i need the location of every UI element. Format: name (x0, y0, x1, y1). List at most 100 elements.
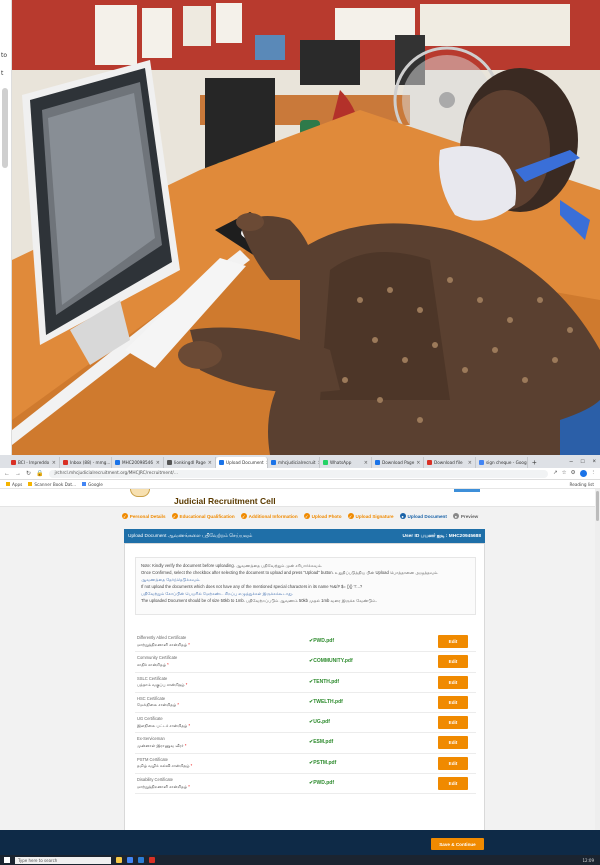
progress-step[interactable]: ✓ Additional Information (240, 513, 298, 519)
star-icon[interactable]: ☆ (562, 470, 567, 477)
browser-tab[interactable]: Inbox (88) - mmg...× (60, 457, 112, 468)
bookmark-label: Google (88, 481, 103, 487)
close-tab-icon[interactable]: × (156, 460, 160, 466)
edit-document-button[interactable]: Edit (438, 655, 468, 669)
uploaded-file[interactable]: ✔UG.pdf (309, 719, 330, 725)
required-marker: * (190, 763, 193, 769)
required-marker: * (184, 742, 187, 748)
new-tab-button[interactable]: + (528, 457, 541, 468)
maximize-icon[interactable]: □ (581, 457, 585, 468)
browser-tab[interactable]: MHC20098546 × (112, 457, 164, 468)
document-name: Community Certificate (137, 655, 178, 661)
browser-tab[interactable]: lionkingdl Page × (164, 457, 216, 468)
taskbar-search[interactable]: Type here to search (15, 856, 111, 864)
tab-title: WhatsApp (330, 460, 352, 465)
lock-icon[interactable]: 🔒 (36, 470, 43, 477)
chrome-icon[interactable] (127, 857, 133, 863)
uploaded-file[interactable]: ✔PSTM.pdf (309, 760, 336, 766)
puzzle-icon[interactable]: ⚙ (571, 470, 576, 477)
document-row: PSTM Certificate தமிழ் வழிக் கல்வி சான்றி… (135, 754, 476, 775)
back-icon[interactable]: ← (4, 471, 10, 477)
uploaded-file[interactable]: ✔PWD.pdf (309, 780, 334, 786)
tab-favicon-icon (11, 460, 16, 465)
reload-icon[interactable]: ↻ (26, 470, 31, 477)
edit-document-button[interactable]: Edit (438, 716, 468, 730)
bookmark-scanner[interactable]: Scanner Book Dat... (28, 482, 76, 487)
close-window-icon[interactable]: × (592, 457, 596, 468)
edit-document-button[interactable]: Edit (438, 736, 468, 750)
site-header: Judicial Recruitment Cell (0, 489, 600, 507)
browser-tab[interactable]: Download file × (424, 457, 476, 468)
document-row: Disability Certificate மாற்றுத்திறனாளி சா… (135, 774, 476, 795)
edit-document-button[interactable]: Edit (438, 756, 468, 770)
edit-document-button[interactable]: Edit (438, 695, 468, 709)
close-tab-icon[interactable]: × (468, 460, 472, 466)
scrollbar-thumb[interactable] (596, 491, 599, 521)
uploaded-file[interactable]: ✔TWELTH.pdf (309, 699, 343, 705)
reading-list-button[interactable]: Reading list (570, 482, 594, 487)
uploaded-file[interactable]: ✔COMMUNITY.pdf (309, 658, 353, 664)
instruction-line: Note: Kindly verify the document before … (141, 563, 323, 568)
edit-document-button[interactable]: Edit (438, 675, 468, 689)
document-name-tamil: முன்னாள் இராணுவ வீரர் * (137, 743, 186, 749)
forward-icon[interactable]: → (15, 471, 21, 477)
progress-step[interactable]: ● Upload Document (399, 513, 447, 519)
bookmark-google[interactable]: Google (82, 482, 103, 487)
bookmark-apps[interactable]: Apps (6, 482, 22, 487)
side-window-strip: to t (0, 0, 12, 455)
edit-document-button[interactable]: Edit (438, 635, 468, 648)
document-name-tamil: பத்தாம் வகுப்பு சான்றிதழ் * (137, 682, 187, 688)
progress-step[interactable]: ✓ Educational Qualification (171, 513, 235, 519)
document-tamil-label: மேல்நிலை சான்றிதழ் (137, 702, 177, 708)
tab-title: Download Page (382, 460, 415, 465)
tab-title: MHC20098546 (122, 460, 153, 465)
tab-favicon-icon (63, 460, 68, 465)
document-name-tamil: இளநிலை பட்டச் சான்றிதழ் * (137, 723, 190, 729)
close-tab-icon[interactable]: × (416, 460, 420, 466)
uploaded-file[interactable]: ✔PWD.pdf (309, 638, 334, 644)
minimize-icon[interactable]: – (570, 457, 573, 468)
save-continue-button[interactable]: Save & Continue (431, 838, 484, 850)
browser-tab[interactable]: sign cheque - Google× (476, 457, 528, 468)
edit-document-button[interactable]: Edit (438, 777, 468, 791)
site-title: Judicial Recruitment Cell (174, 496, 276, 506)
browser-tab[interactable]: Download Page × (372, 457, 424, 468)
step-label: Upload Document (407, 513, 447, 519)
document-row: Differently Abled Certificate மாற்றுத்திற… (135, 632, 476, 653)
url-field[interactable]: jrchrcl.mhcjudicialrecruitment.org/MHCJR… (48, 469, 549, 478)
browser-tab[interactable]: Upload Document× (216, 457, 268, 468)
close-tab-icon[interactable]: × (364, 460, 368, 466)
progress-step[interactable]: ● Preview (452, 513, 478, 519)
header-accent (454, 489, 480, 492)
progress-step[interactable]: ✓ Upload Signature (347, 513, 394, 519)
close-tab-icon[interactable]: × (52, 460, 56, 466)
side-window-scrollbar[interactable] (2, 88, 8, 168)
word-icon[interactable] (138, 857, 144, 863)
pdf-icon[interactable] (149, 857, 155, 863)
uploaded-file[interactable]: ✔ESM.pdf (309, 739, 333, 745)
extension-icons: ↗ ☆ ⚙ ⋮ (553, 470, 596, 477)
page-scrollbar[interactable] (595, 489, 600, 865)
profile-avatar-icon[interactable] (579, 470, 587, 477)
step-label: Educational Qualification (179, 513, 235, 519)
windows-start-icon[interactable] (4, 857, 10, 863)
tab-favicon-icon (375, 460, 380, 465)
file-name: ESM.pdf (313, 739, 334, 746)
menu-dots-icon[interactable]: ⋮ (591, 470, 597, 477)
browser-tab[interactable]: mhcjudicialrecruit× (268, 457, 320, 468)
upload-card: Note: Kindly verify the document before … (124, 543, 485, 855)
share-icon[interactable]: ↗ (553, 470, 558, 477)
browser-tab[interactable]: WhatsApp × (320, 457, 372, 468)
check-circle-icon: ✓ (347, 513, 354, 519)
tab-favicon-icon (167, 460, 172, 465)
document-name: Ex-Serviceman (137, 736, 165, 742)
file-explorer-icon[interactable] (116, 857, 122, 863)
uploaded-file[interactable]: ✔TENTH.pdf (309, 679, 339, 685)
step-label: Upload Signature (355, 513, 394, 519)
close-tab-icon[interactable]: × (208, 460, 212, 466)
browser-tab[interactable]: BCI - Impreddo × (8, 457, 60, 468)
progress-step[interactable]: ✓ Upload Photo (303, 513, 342, 519)
bookmark-label: Apps (12, 481, 23, 487)
required-marker: * (188, 641, 190, 647)
progress-step[interactable]: ✓ Personal Details (121, 513, 166, 519)
